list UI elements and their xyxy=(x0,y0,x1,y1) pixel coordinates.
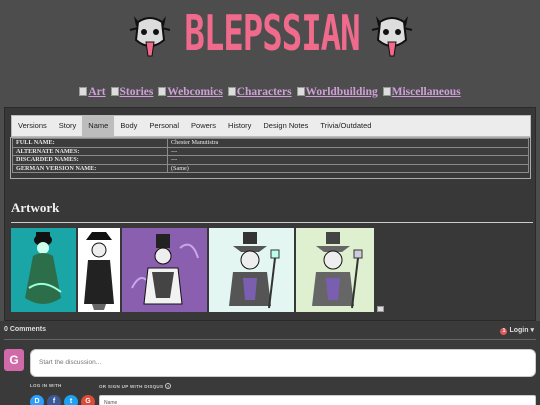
help-icon[interactable]: ? xyxy=(165,383,172,389)
info-value: --- xyxy=(167,155,529,165)
table-row: ALTERNATE NAMES: --- xyxy=(12,146,529,156)
tab-body[interactable]: Body xyxy=(114,116,143,136)
main-nav: Art Stories Webcomics Characters Worldbu… xyxy=(0,86,540,98)
site-logo[interactable]: BLEPSSIAN xyxy=(178,0,366,75)
table-row: DISCARDED NAMES: --- xyxy=(12,155,529,165)
character-panel: Versions Story Name Body Personal Powers… xyxy=(4,107,536,321)
twitter-login-icon[interactable]: t xyxy=(64,395,78,405)
info-key: ALTERNATE NAMES: xyxy=(12,146,168,156)
broken-image-icon xyxy=(110,87,119,96)
site-header: BLEPSSIAN xyxy=(0,0,540,82)
tab-personal[interactable]: Personal xyxy=(143,116,185,136)
login-button[interactable]: 1 Login ▾ xyxy=(500,326,534,335)
nav-link-miscellaneous[interactable]: Miscellaneous xyxy=(382,86,461,98)
info-value: (Same) xyxy=(167,163,529,173)
broken-image-icon xyxy=(227,87,236,96)
tab-powers[interactable]: Powers xyxy=(185,116,222,136)
broken-image-icon xyxy=(296,87,305,96)
divider xyxy=(11,222,533,223)
nav-link-characters[interactable]: Characters xyxy=(227,86,292,98)
broken-image-icon xyxy=(377,306,384,312)
goat-mascot-icon xyxy=(129,16,171,57)
artwork-thumbnail[interactable] xyxy=(296,228,374,312)
table-row: GERMAN VERSION NAME: (Same) xyxy=(12,163,529,173)
artwork-heading: Artwork xyxy=(11,200,60,215)
notification-badge: 1 xyxy=(500,328,508,335)
info-key: GERMAN VERSION NAME: xyxy=(12,163,168,173)
tab-name[interactable]: Name xyxy=(82,116,115,136)
info-value: Chester Manutistra xyxy=(167,138,529,148)
info-key: DISCARDED NAMES: xyxy=(12,155,168,165)
artwork-thumbnail[interactable] xyxy=(122,228,207,312)
tab-trivia-outdated[interactable]: Trivia/Outdated xyxy=(314,116,377,136)
nav-link-stories[interactable]: Stories xyxy=(110,86,153,98)
tab-story[interactable]: Story xyxy=(53,116,83,136)
broken-image-icon xyxy=(158,87,167,96)
name-info-table: FULL NAME: Chester Manutistra ALTERNATE … xyxy=(12,138,529,173)
artwork-thumbnail[interactable] xyxy=(209,228,294,312)
sign-up-label: OR SIGN UP WITH DISQUS? xyxy=(99,383,172,389)
facebook-login-icon[interactable]: f xyxy=(47,395,61,405)
goat-mascot-icon xyxy=(371,16,413,57)
name-field[interactable]: Name xyxy=(99,395,536,405)
tab-versions[interactable]: Versions xyxy=(12,116,53,136)
log-in-with-label: LOG IN WITH xyxy=(30,383,62,388)
tab-design-notes[interactable]: Design Notes xyxy=(257,116,314,136)
tab-history[interactable]: History xyxy=(222,116,257,136)
artwork-thumbnail[interactable] xyxy=(78,228,120,312)
info-key: FULL NAME: xyxy=(12,138,168,148)
nav-link-worldbuilding[interactable]: Worldbuilding xyxy=(296,86,378,98)
nav-link-art[interactable]: Art xyxy=(79,86,106,98)
table-row: FULL NAME: Chester Manutistra xyxy=(12,138,529,148)
artwork-thumbnail[interactable] xyxy=(11,228,76,312)
divider xyxy=(4,339,536,340)
nav-link-webcomics[interactable]: Webcomics xyxy=(158,86,223,98)
broken-image-icon xyxy=(382,87,391,96)
disqus-login-icon[interactable]: D xyxy=(30,395,44,405)
info-value: --- xyxy=(167,146,529,156)
tab-bar: Versions Story Name Body Personal Powers… xyxy=(11,115,531,137)
broken-image-icon xyxy=(79,87,88,96)
avatar: G xyxy=(4,349,24,371)
comment-count[interactable]: 0 Comments xyxy=(4,326,46,333)
comments-section: 0 Comments 1Login ▾ G LOG IN WITH OR SIG… xyxy=(0,321,540,405)
comment-input[interactable] xyxy=(30,349,536,377)
google-login-icon[interactable]: G xyxy=(81,395,95,405)
